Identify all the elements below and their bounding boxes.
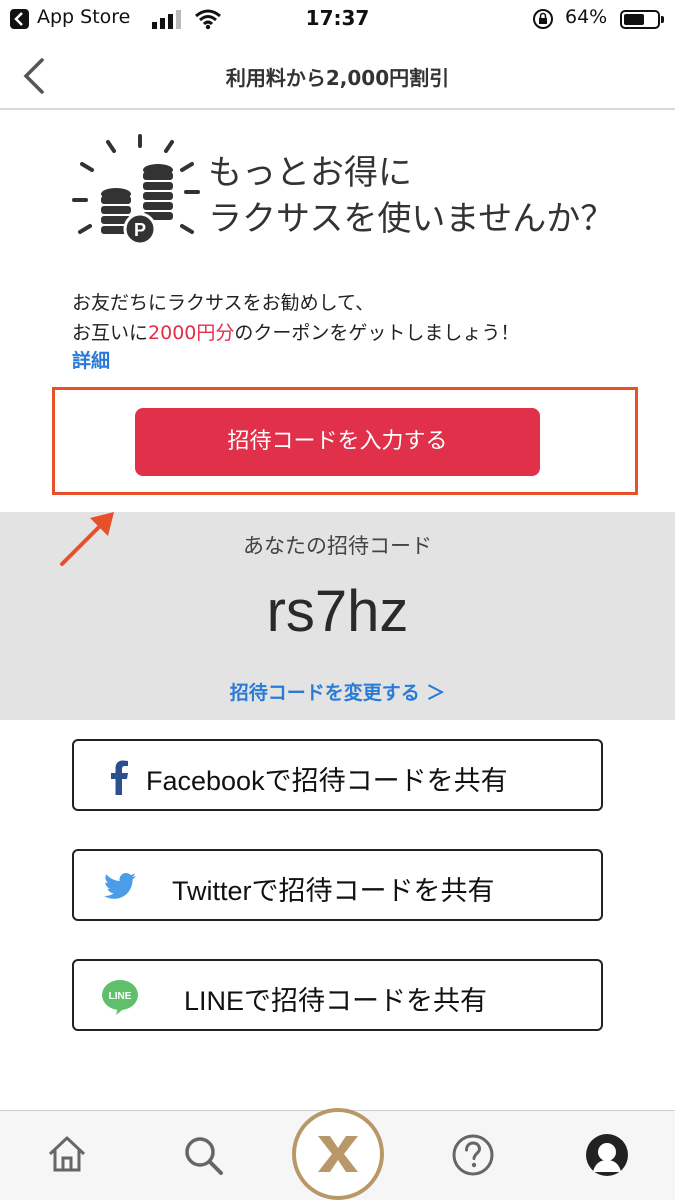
status-bar: App Store 17:37 64%: [0, 0, 675, 40]
coupon-amount: 2000円分: [148, 322, 235, 344]
orientation-lock-icon: [533, 9, 553, 29]
home-icon[interactable]: [46, 1134, 88, 1174]
description-text: のクーポンをゲットしましょう！: [234, 322, 520, 344]
navigation-bar: 利用料から2,000円割引: [0, 40, 675, 110]
facebook-icon: [111, 760, 128, 795]
share-twitter-button[interactable]: Twitterで招待コードを共有: [72, 849, 603, 921]
share-facebook-button[interactable]: Facebookで招待コードを共有: [72, 739, 603, 811]
search-icon[interactable]: [182, 1134, 224, 1176]
invite-code-value: rs7hz: [266, 579, 409, 644]
details-link[interactable]: 詳細: [72, 346, 110, 373]
svg-text:LINE: LINE: [109, 991, 132, 1002]
share-twitter-label: Twitterで招待コードを共有: [172, 876, 495, 906]
description-line-1: お友だちにラクサスをお勧めして、: [72, 292, 375, 314]
twitter-icon: [104, 873, 136, 899]
hero-title: もっとお得に ラクサスを使いませんか？: [208, 153, 615, 239]
battery-icon: [620, 10, 664, 29]
laxus-logo-button[interactable]: [292, 1108, 384, 1200]
svg-text:P: P: [134, 220, 146, 240]
help-icon[interactable]: [450, 1132, 496, 1178]
profile-icon[interactable]: [584, 1132, 630, 1178]
share-line-label: LINEで招待コードを共有: [184, 986, 488, 1016]
description-text: お互いに: [72, 322, 149, 344]
description: お友だちにラクサスをお勧めして、 お互いに2000円分のクーポンをゲットしましょ…: [72, 288, 519, 348]
line-icon: LINE: [102, 980, 138, 1015]
page-title: 利用料から2,000円割引: [225, 66, 450, 90]
coins-icon: P: [72, 134, 200, 246]
enter-invite-code-button[interactable]: 招待コードを入力する: [135, 408, 540, 476]
share-facebook-label: Facebookで招待コードを共有: [146, 766, 508, 796]
share-line-button[interactable]: LINE LINEで招待コードを共有: [72, 959, 603, 1031]
annotation-arrow-icon: [60, 512, 114, 566]
laxus-logo-icon: [318, 1136, 358, 1172]
battery-percent: 64%: [565, 6, 608, 28]
description-line-2: お互いに2000円分のクーポンをゲットしましょう！: [72, 318, 519, 348]
change-invite-code-link[interactable]: 招待コードを変更する ＞: [0, 678, 675, 705]
